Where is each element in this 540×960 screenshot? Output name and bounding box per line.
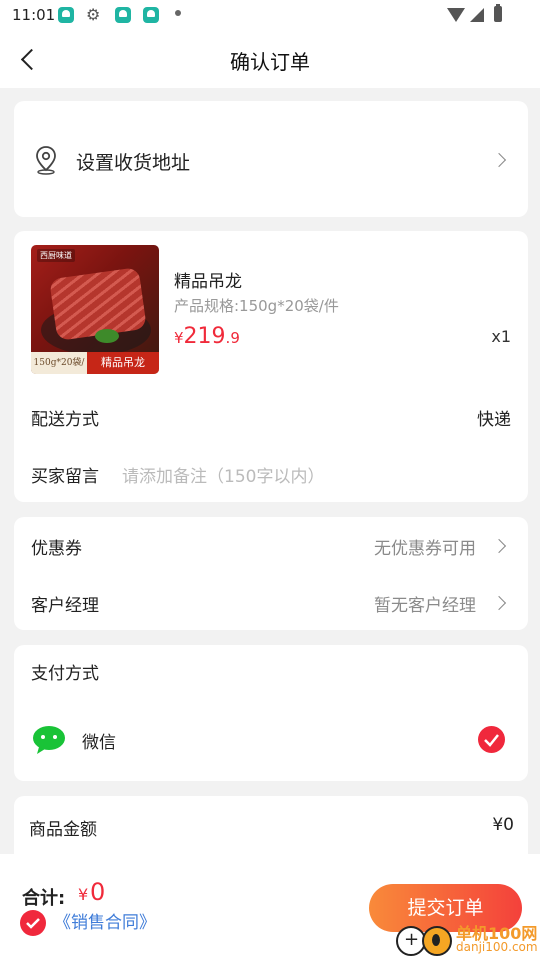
product-price: ¥219.9	[174, 324, 240, 349]
product-name: 精品吊龙	[174, 272, 242, 292]
navigation-bar: 确认订单	[0, 30, 540, 88]
status-bar: 11:01 ⚙	[0, 0, 540, 30]
page-title: 确认订单	[230, 50, 310, 74]
wifi-icon	[447, 8, 465, 22]
contract-agree-check-icon[interactable]	[20, 910, 46, 936]
coupon-label: 优惠券	[31, 539, 82, 559]
brand-logo: 西厨味道	[37, 249, 75, 262]
price-integer: 219	[183, 324, 226, 349]
total-currency: ¥	[78, 885, 89, 904]
product-card: 西厨味道 150g*20袋/件 精品吊龙 精品吊龙 产品规格:150g*20袋/…	[14, 231, 528, 502]
watermark-logo: 单机100网 danji100.com	[392, 920, 540, 960]
buyer-note-label: 买家留言	[31, 467, 99, 487]
delivery-value[interactable]: 快递	[477, 405, 511, 430]
product-quantity: x1	[491, 327, 511, 346]
product-image[interactable]: 西厨味道 150g*20袋/件 精品吊龙	[31, 245, 159, 374]
thumb-product-name: 精品吊龙	[87, 352, 159, 374]
delivery-label: 配送方式	[31, 410, 99, 430]
goods-amount-label: 商品金额	[29, 820, 97, 840]
price-currency: ¥	[174, 329, 184, 347]
total-value: 0	[90, 878, 106, 906]
wechat-pay-label: 微信	[82, 733, 116, 753]
address-label: 设置收货地址	[76, 152, 191, 174]
chevron-right-icon[interactable]	[491, 538, 507, 554]
settings-gear-icon: ⚙	[86, 5, 101, 24]
account-manager-value[interactable]: 暂无客户经理	[374, 591, 476, 616]
herb-shape	[95, 329, 119, 343]
price-decimal: .9	[225, 329, 240, 347]
coupon-card: 优惠券 无优惠券可用 客户经理 暂无客户经理	[14, 517, 528, 630]
more-notifications-dot-icon	[175, 10, 181, 16]
product-spec: 产品规格:150g*20袋/件	[174, 297, 339, 315]
cell-signal-icon	[470, 8, 484, 22]
checkout-bar: 合计: ¥ 0 《销售合同》 提交订单 单机100网 danji100.com	[0, 854, 540, 960]
app-notification-icon	[115, 7, 131, 23]
location-pin-icon	[36, 146, 56, 175]
total-label: 合计:	[22, 888, 66, 909]
payment-title: 支付方式	[31, 664, 99, 684]
sales-contract-link[interactable]: 《销售合同》	[54, 908, 156, 933]
account-manager-label: 客户经理	[31, 596, 99, 616]
chevron-right-icon	[491, 152, 507, 168]
payment-card: 支付方式 微信	[14, 645, 528, 781]
wechat-icon	[33, 726, 65, 754]
battery-icon	[494, 4, 502, 22]
thumb-spec-tag: 150g*20袋/件	[31, 352, 87, 374]
status-time: 11:01	[12, 6, 56, 24]
wechat-pay-selected-check-icon[interactable]	[478, 726, 505, 753]
app-notification-icon	[143, 7, 159, 23]
coupon-value[interactable]: 无优惠券可用	[374, 534, 476, 559]
chevron-right-icon[interactable]	[491, 595, 507, 611]
app-notification-icon	[58, 7, 74, 23]
buyer-note-input[interactable]: 请添加备注（150字以内）	[122, 462, 324, 487]
watermark-face-icon	[422, 926, 452, 956]
goods-amount-value: ¥0	[492, 815, 514, 835]
address-selector[interactable]: 设置收货地址	[14, 101, 528, 217]
watermark-url: danji100.com	[456, 940, 538, 954]
